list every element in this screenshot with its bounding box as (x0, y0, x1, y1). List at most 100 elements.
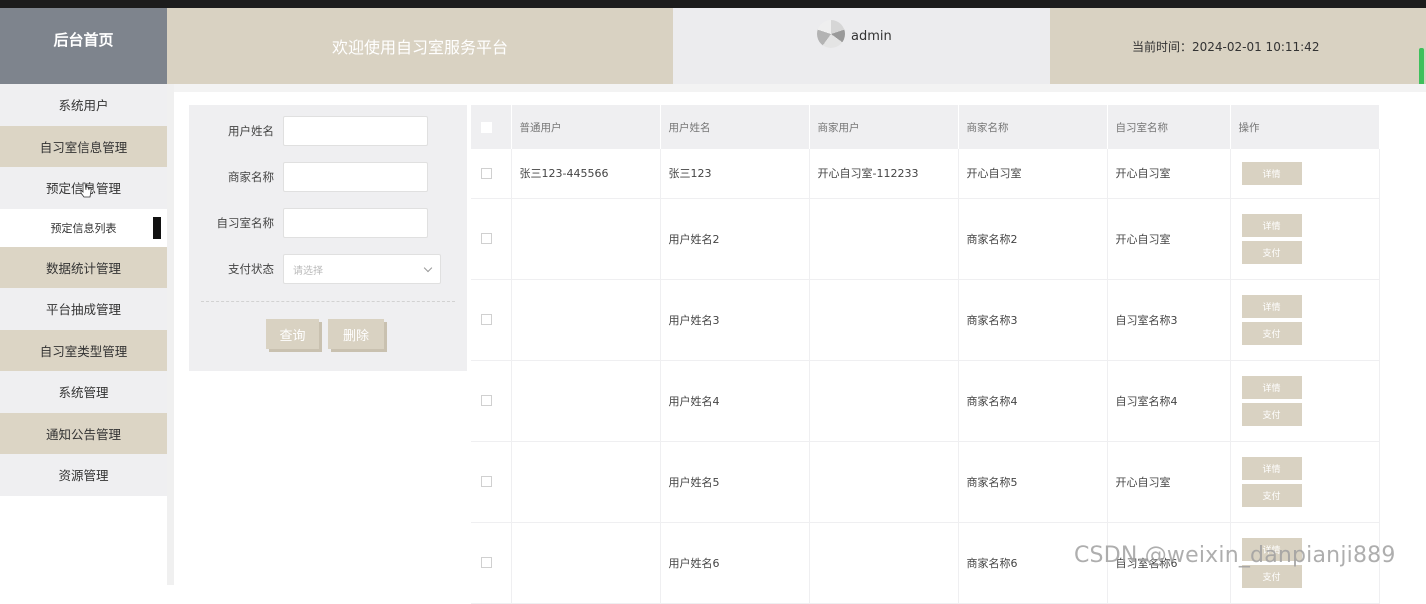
normal-user-cell (511, 279, 661, 361)
pay-status-label: 支付状态 (228, 262, 274, 276)
merchant-user-cell (809, 522, 959, 604)
room-name-cell: 自习室名称4 (1107, 360, 1231, 442)
avatar-icon[interactable] (817, 20, 845, 48)
column-header: 操作 (1230, 105, 1380, 149)
merchant-user-cell (809, 279, 959, 361)
room-name-label: 自习室名称 (216, 216, 275, 230)
normal-user-cell: 张三123-445566 (511, 149, 661, 199)
room-name-input[interactable] (283, 208, 428, 238)
sidebar: 系统用户 自习室信息管理 预定信息管理 预定信息列表 数据统计管理 平台抽成管理… (0, 84, 167, 585)
detail-button[interactable]: 详情 (1241, 456, 1302, 480)
actions-cell: 详情 支付 (1230, 360, 1380, 442)
user-name-cell: 用户姓名6 (660, 522, 810, 604)
room-name-cell: 开心自习室 (1107, 149, 1231, 199)
merchant-name-input[interactable] (283, 162, 428, 192)
username[interactable]: admin (851, 29, 892, 44)
merchant-user-cell (809, 360, 959, 442)
row-checkbox[interactable] (481, 476, 492, 487)
merchant-name-cell: 商家名称3 (958, 279, 1108, 361)
welcome-title: 欢迎使用自习室服务平台 (167, 8, 673, 84)
row-select-cell[interactable] (471, 360, 512, 442)
sidebar-subitem-booking-list[interactable]: 预定信息列表 (0, 208, 167, 247)
column-header: 普通用户 (511, 105, 661, 149)
select-all-cell[interactable] (471, 105, 512, 149)
sidebar-item-statistics[interactable]: 数据统计管理 (0, 246, 167, 288)
search-panel: 用户姓名 商家名称 自习室名称 支付状态 请选择 查询 删除 (189, 105, 467, 371)
row-checkbox[interactable] (481, 557, 492, 568)
current-time: 当前时间：2024-02-01 10:11:42 (1050, 8, 1426, 84)
delete-button[interactable]: 删除 (328, 319, 384, 349)
pay-button[interactable]: 支付 (1241, 483, 1302, 507)
actions-cell: 详情 (1230, 149, 1380, 199)
merchant-name-row: 商家名称 (189, 162, 467, 192)
row-checkbox[interactable] (481, 395, 492, 406)
row-select-cell[interactable] (471, 149, 512, 199)
pay-button[interactable]: 支付 (1241, 321, 1302, 345)
actions-cell: 详情 支付 (1230, 441, 1380, 523)
user-name-cell: 张三123 (660, 149, 810, 199)
normal-user-cell (511, 360, 661, 442)
user-name-cell: 用户姓名5 (660, 441, 810, 523)
user-area[interactable]: admin (673, 8, 1050, 84)
sidebar-subitem-label: 预定信息列表 (50, 221, 117, 235)
actions-cell: 详情 支付 (1230, 279, 1380, 361)
detail-button[interactable]: 详情 (1241, 161, 1302, 185)
row-select-cell[interactable] (471, 279, 512, 361)
row-checkbox[interactable] (481, 314, 492, 325)
table-row: 张三123-445566 张三123 开心自习室-112233 开心自习室 开心… (471, 149, 1380, 199)
sidebar-item-system-users[interactable]: 系统用户 (0, 84, 167, 126)
actions-cell: 详情 支付 (1230, 198, 1380, 280)
home-link[interactable]: 后台首页 (0, 8, 167, 84)
column-header: 用户姓名 (660, 105, 810, 149)
pay-button[interactable]: 支付 (1241, 402, 1302, 426)
panel-divider (201, 301, 455, 302)
header: 后台首页 欢迎使用自习室服务平台 admin 当前时间：2024-02-01 1… (0, 8, 1426, 84)
sidebar-item-resources[interactable]: 资源管理 (0, 454, 167, 496)
chevron-down-icon (423, 263, 433, 272)
merchant-user-cell: 开心自习室-112233 (809, 149, 959, 199)
row-select-cell[interactable] (471, 198, 512, 280)
pay-button[interactable]: 支付 (1241, 240, 1302, 264)
window-top-strip (0, 0, 1426, 8)
query-button[interactable]: 查询 (266, 319, 319, 349)
detail-button[interactable]: 详情 (1241, 294, 1302, 318)
column-header: 自习室名称 (1107, 105, 1231, 149)
sidebar-item-room-type[interactable]: 自习室类型管理 (0, 329, 167, 371)
sidebar-item-room-info[interactable]: 自习室信息管理 (0, 125, 167, 167)
pay-status-select[interactable]: 请选择 (283, 254, 441, 284)
room-name-cell: 自习室名称3 (1107, 279, 1231, 361)
user-name-cell: 用户姓名4 (660, 360, 810, 442)
table-row: 用户姓名5 商家名称5 开心自习室 详情 支付 (471, 441, 1380, 523)
normal-user-cell (511, 441, 661, 523)
normal-user-cell (511, 198, 661, 280)
row-select-cell[interactable] (471, 522, 512, 604)
pay-status-row: 支付状态 请选择 (189, 254, 467, 284)
row-checkbox[interactable] (481, 233, 492, 244)
watermark: CSDN @weixin_danpianji889 (1074, 543, 1396, 568)
table-row: 用户姓名3 商家名称3 自习室名称3 详情 支付 (471, 279, 1380, 361)
detail-button[interactable]: 详情 (1241, 213, 1302, 237)
user-name-row: 用户姓名 (189, 116, 467, 146)
sidebar-divider (167, 84, 174, 585)
active-marker (153, 216, 161, 239)
merchant-user-cell (809, 198, 959, 280)
room-name-row: 自习室名称 (189, 208, 467, 238)
sidebar-item-commission[interactable]: 平台抽成管理 (0, 288, 167, 330)
row-select-cell[interactable] (471, 441, 512, 523)
room-name-cell: 开心自习室 (1107, 198, 1231, 280)
select-all-checkbox[interactable] (481, 121, 492, 133)
merchant-name-cell: 商家名称4 (958, 360, 1108, 442)
user-name-cell: 用户姓名2 (660, 198, 810, 280)
table-row: 用户姓名2 商家名称2 开心自习室 详情 支付 (471, 198, 1380, 280)
column-header: 商家用户 (809, 105, 959, 149)
column-header: 商家名称 (958, 105, 1108, 149)
merchant-name-label: 商家名称 (228, 170, 274, 184)
sidebar-item-notices[interactable]: 通知公告管理 (0, 412, 167, 454)
pay-status-placeholder: 请选择 (293, 265, 323, 277)
row-checkbox[interactable] (481, 167, 492, 179)
user-name-input[interactable] (283, 116, 428, 146)
user-name-label: 用户姓名 (228, 124, 274, 138)
merchant-name-cell: 商家名称5 (958, 441, 1108, 523)
sidebar-item-system[interactable]: 系统管理 (0, 371, 167, 413)
detail-button[interactable]: 详情 (1241, 375, 1302, 399)
